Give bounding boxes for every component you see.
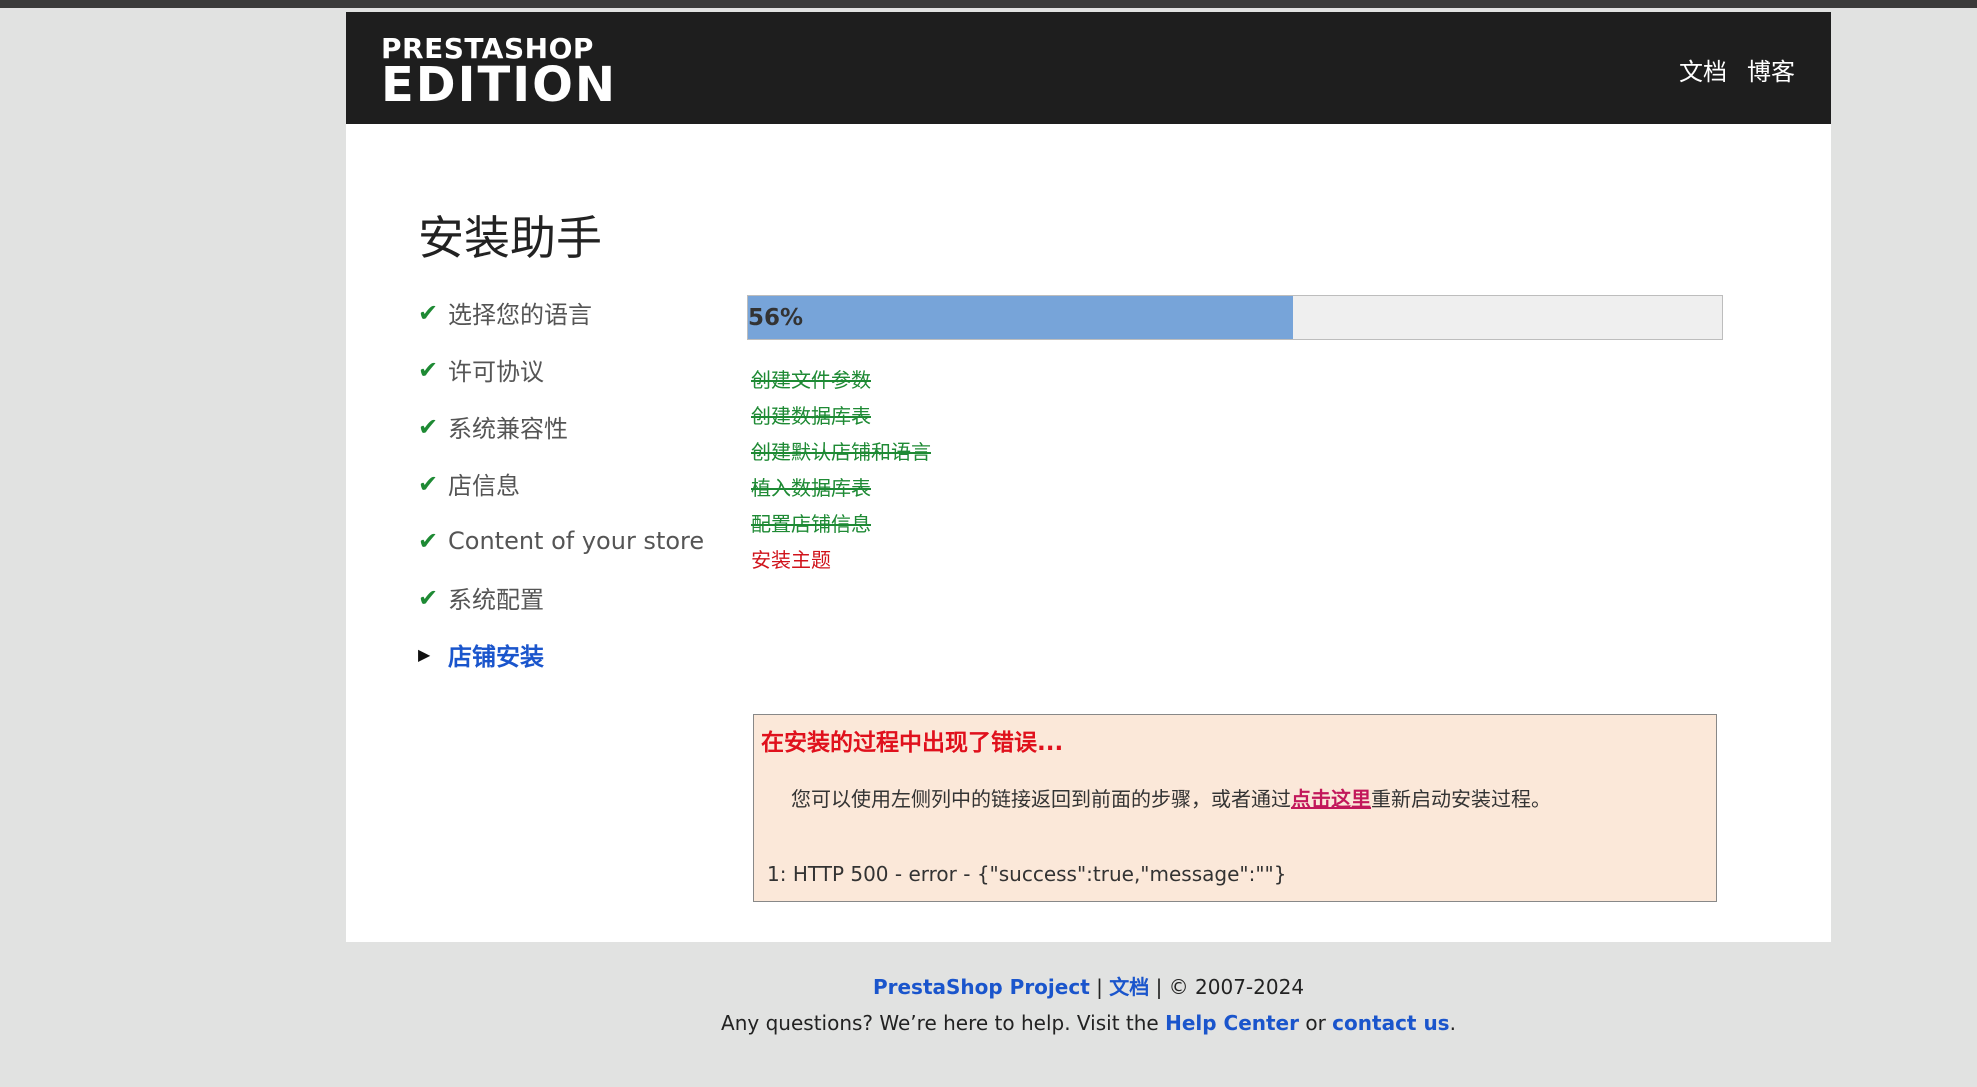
prestashop-project-link[interactable]: PrestaShop Project <box>873 975 1090 999</box>
footer-line1: PrestaShop Project | 文档 | © 2007-2024 <box>346 972 1831 1008</box>
nav-docs-link[interactable]: 文档 <box>1679 52 1727 87</box>
install-progress-bar: 56% <box>747 295 1723 340</box>
error-box: 在安装的过程中出现了错误... 您可以使用左侧列中的链接返回到前面的步骤，或者通… <box>753 714 1717 902</box>
error-message-after: 重新启动安装过程。 <box>1371 787 1551 811</box>
task-item: 创建数据库表 <box>751 404 871 428</box>
step-label: 选择您的语言 <box>448 301 592 329</box>
step-item[interactable]: ✔ 许可协议 <box>418 341 704 398</box>
task-item: 创建默认店铺和语言 <box>751 440 931 464</box>
error-title: 在安装的过程中出现了错误... <box>761 730 1064 756</box>
error-message: 您可以使用左侧列中的链接返回到前面的步骤，或者通过点击这里重新启动安装过程。 <box>791 783 1551 812</box>
install-task-list: 创建文件参数 创建数据库表 创建默认店铺和语言 植入数据库表 配置店铺信息 安装… <box>751 362 931 578</box>
progress-percent: 56% <box>748 304 804 331</box>
step-label: 系统配置 <box>448 586 544 614</box>
contact-us-link[interactable]: contact us <box>1332 1011 1449 1035</box>
restart-link[interactable]: 点击这里 <box>1291 787 1371 811</box>
task-item: 配置店铺信息 <box>751 512 871 536</box>
footer-line2: Any questions? We’re here to help. Visit… <box>346 1008 1831 1044</box>
footer-question: Any questions? We’re here to help. Visit… <box>721 1011 1166 1035</box>
help-center-link[interactable]: Help Center <box>1165 1011 1299 1035</box>
error-detail: 1: HTTP 500 - error - {"success":true,"m… <box>767 862 1287 886</box>
error-message-before: 您可以使用左侧列中的链接返回到前面的步骤，或者通过 <box>791 787 1291 811</box>
task-item: 植入数据库表 <box>751 476 871 500</box>
footer-or: or <box>1298 1011 1333 1035</box>
step-item[interactable]: ✔ Content of your store <box>418 512 704 569</box>
task-item-failed: 安装主题 <box>751 548 831 572</box>
install-steps: ✔ 选择您的语言 ✔ 许可协议 ✔ 系统兼容性 ✔ 店信息 ✔ Content of yo… <box>418 284 704 683</box>
step-item[interactable]: ✔ 店信息 <box>418 455 704 512</box>
triangle-right-icon: ▶ <box>418 645 431 664</box>
footer-sep: | <box>1089 975 1110 999</box>
browser-top-strip <box>0 0 1977 12</box>
check-icon: ✔ <box>418 526 439 555</box>
logo-line2: EDITION <box>381 57 618 113</box>
installer-container: PRESTASHOP EDITION 文档 博客 安装助手 ✔ 选择您的语言 ✔ 许… <box>346 12 1831 942</box>
task-item: 创建文件参数 <box>751 368 871 392</box>
step-item[interactable]: ✔ 系统兼容性 <box>418 398 704 455</box>
step-label: 店信息 <box>448 472 520 500</box>
check-icon: ✔ <box>418 412 439 441</box>
step-item[interactable]: ✔ 系统配置 <box>418 569 704 626</box>
footer-docs-link[interactable]: 文档 <box>1109 975 1149 999</box>
check-icon: ✔ <box>418 355 439 384</box>
header: PRESTASHOP EDITION 文档 博客 <box>346 12 1831 124</box>
nav-blog-link[interactable]: 博客 <box>1747 52 1795 87</box>
step-label: Content of your store <box>448 526 705 555</box>
check-icon: ✔ <box>418 583 439 612</box>
footer-end: . <box>1449 1011 1456 1035</box>
header-nav: 文档 博客 <box>1679 52 1795 87</box>
step-label: 许可协议 <box>448 358 544 386</box>
footer: PrestaShop Project | 文档 | © 2007-2024 An… <box>346 972 1831 1044</box>
progress-fill: 56% <box>748 296 1294 339</box>
step-label: 店铺安装 <box>448 643 544 671</box>
check-icon: ✔ <box>418 298 439 327</box>
prestashop-logo: PRESTASHOP EDITION <box>381 34 618 113</box>
step-label: 系统兼容性 <box>448 415 568 443</box>
page-title: 安装助手 <box>418 211 602 265</box>
step-item-current: ▶ 店铺安装 <box>418 626 704 683</box>
main-content: 安装助手 ✔ 选择您的语言 ✔ 许可协议 ✔ 系统兼容性 ✔ 店信息 ✔ Content … <box>346 124 1831 942</box>
check-icon: ✔ <box>418 469 439 498</box>
step-item[interactable]: ✔ 选择您的语言 <box>418 284 704 341</box>
copyright: | © 2007-2024 <box>1149 975 1305 999</box>
